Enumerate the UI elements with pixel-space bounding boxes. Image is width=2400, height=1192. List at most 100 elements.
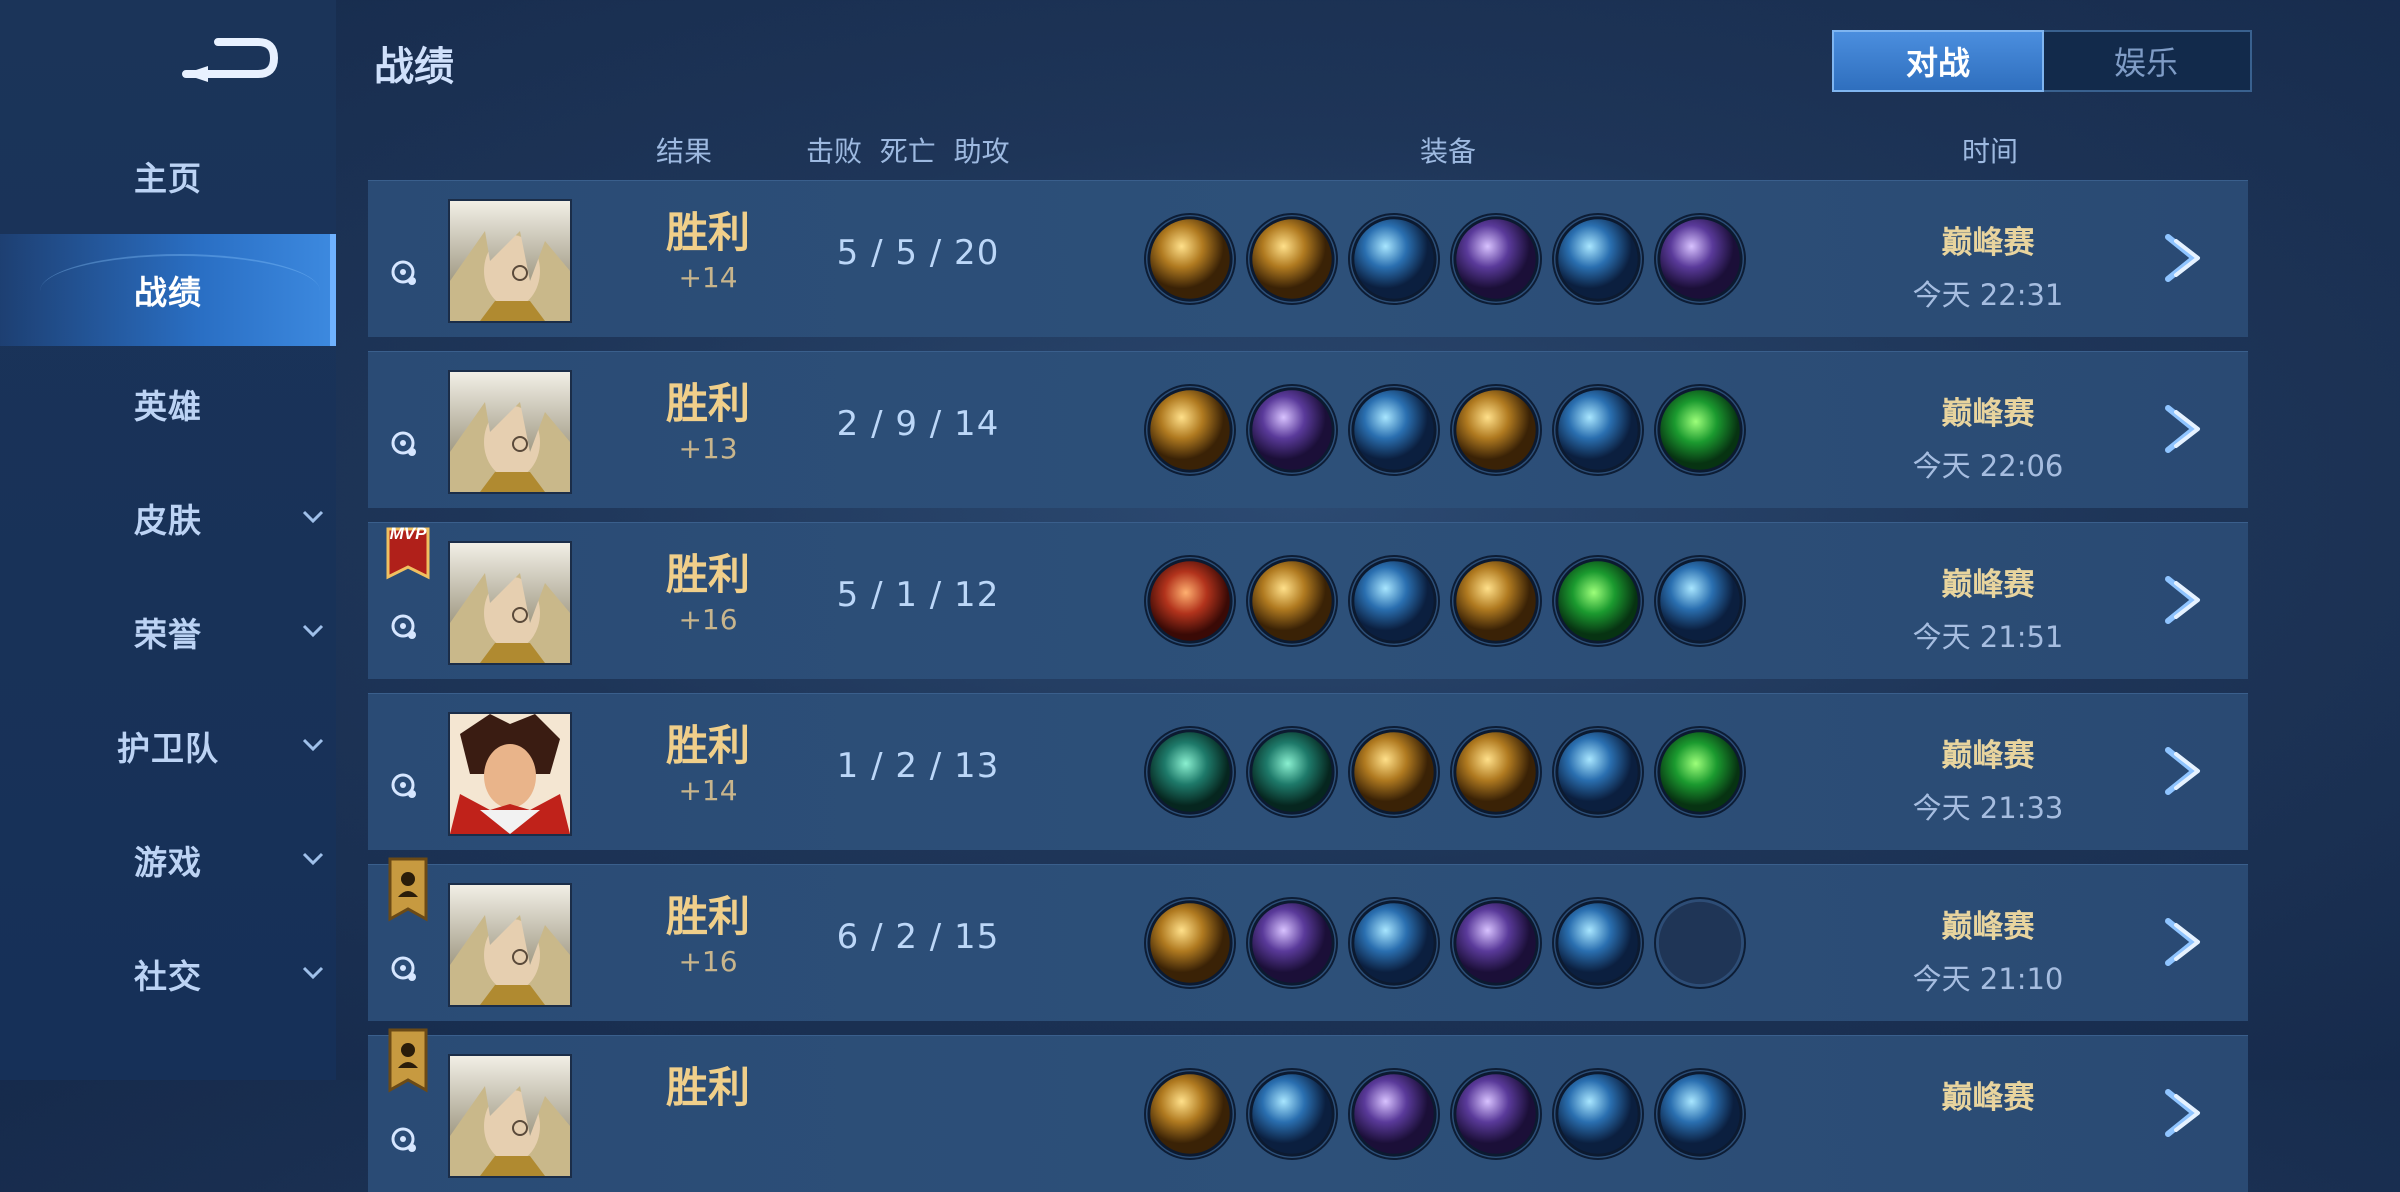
item-icon[interactable] [1348, 1068, 1440, 1160]
result-label: 胜利 [665, 1063, 750, 1112]
item-icon[interactable] [1348, 897, 1440, 989]
back-icon[interactable] [178, 28, 278, 84]
item-icon[interactable] [1348, 213, 1440, 305]
chevron-right-icon[interactable] [2160, 573, 2210, 627]
item-icon[interactable] [1654, 384, 1746, 476]
item-icon[interactable] [1246, 1068, 1338, 1160]
replay-icon[interactable] [388, 257, 418, 287]
replay-icon[interactable] [388, 953, 418, 983]
item-icon[interactable] [1552, 555, 1644, 647]
kda-value: 5 / 1 / 12 [836, 575, 1000, 615]
result-label: 胜利 [665, 208, 750, 257]
item-icon[interactable] [1552, 384, 1644, 476]
match-row[interactable]: 胜利 +14 5 / 5 / 20 巅峰赛 今天 22:31 [368, 180, 2248, 337]
match-info: 巅峰赛 [1878, 1072, 2098, 1127]
match-mode: 巅峰赛 [1941, 396, 2035, 432]
chevron-down-icon [302, 852, 324, 866]
match-info: 巅峰赛 今天 22:06 [1878, 388, 2098, 485]
item-icon[interactable] [1246, 726, 1338, 818]
item-icon[interactable] [1450, 384, 1542, 476]
match-row[interactable]: 胜利 巅峰赛 [368, 1028, 2248, 1192]
sidebar-item-label: 护卫队 [117, 729, 219, 768]
replay-icon[interactable] [388, 611, 418, 641]
result-label: 胜利 [665, 379, 750, 428]
match-result: 胜利 +16 [628, 551, 788, 637]
chevron-right-icon[interactable] [2160, 744, 2210, 798]
sidebar-item-game[interactable]: 游戏 [0, 804, 336, 916]
match-row[interactable]: 胜利 +13 2 / 9 / 14 巅峰赛 今天 22:06 [368, 351, 2248, 508]
item-icon[interactable] [1450, 1068, 1542, 1160]
item-icon[interactable] [1246, 213, 1338, 305]
chevron-down-icon [302, 738, 324, 752]
sidebar-item-label: 社交 [134, 957, 202, 996]
sidebar-item-guard[interactable]: 护卫队 [0, 690, 336, 802]
item-icon[interactable] [1144, 555, 1236, 647]
sidebar-item-heroes[interactable]: 英雄 [0, 348, 336, 460]
item-icon[interactable] [1246, 555, 1338, 647]
hero-portrait [448, 199, 572, 323]
sidebar-item-home[interactable]: 主页 [0, 120, 336, 232]
item-icon[interactable] [1552, 726, 1644, 818]
item-icon[interactable] [1654, 1068, 1746, 1160]
hero-portrait [448, 883, 572, 1007]
item-icon[interactable] [1450, 555, 1542, 647]
mode-toggle: 对战 娱乐 [1832, 30, 2252, 92]
sidebar-item-skins[interactable]: 皮肤 [0, 462, 336, 574]
item-icon[interactable] [1144, 384, 1236, 476]
kda-value: 1 / 2 / 13 [836, 746, 1000, 786]
match-mode: 巅峰赛 [1941, 567, 2035, 603]
sidebar-item-records[interactable]: 战绩 [0, 234, 336, 346]
item-icon[interactable] [1348, 555, 1440, 647]
kda-value: 2 / 9 / 14 [836, 404, 1000, 444]
item-icon[interactable] [1654, 213, 1746, 305]
sidebar-item-honor[interactable]: 荣誉 [0, 576, 336, 688]
match-time: 今天 22:31 [1912, 278, 2064, 312]
tab-entertainment[interactable]: 娱乐 [2042, 32, 2250, 90]
match-row[interactable]: 胜利 +16 6 / 2 / 15 巅峰赛 今天 21:10 [368, 857, 2248, 1021]
item-icon[interactable] [1246, 897, 1338, 989]
match-result: 胜利 +14 [628, 721, 788, 808]
item-icon[interactable] [1246, 384, 1338, 476]
match-time: 今天 21:10 [1912, 962, 2064, 996]
sidebar: 主页 战绩 英雄 皮肤 荣誉 护卫队 游戏 社交 [0, 0, 336, 1080]
item-icon[interactable] [1450, 213, 1542, 305]
replay-icon[interactable] [388, 428, 418, 458]
match-mode: 巅峰赛 [1941, 909, 2035, 945]
sidebar-item-social[interactable]: 社交 [0, 918, 336, 1030]
match-row[interactable]: 胜利 +14 1 / 2 / 13 巅峰赛 今天 21:33 [368, 693, 2248, 850]
match-row[interactable]: MVP 胜利 +16 5 / 1 / 12 巅峰赛 今天 21:51 [368, 522, 2248, 679]
match-result: 胜利 +14 [628, 208, 788, 295]
hero-portrait [448, 370, 572, 494]
column-header-time: 时间 [1962, 135, 2019, 168]
item-icon[interactable] [1552, 1068, 1644, 1160]
hero-portrait [448, 712, 572, 836]
chevron-right-icon[interactable] [2160, 1086, 2210, 1140]
item-icon[interactable] [1552, 213, 1644, 305]
empty-item-slot [1654, 897, 1746, 989]
item-icon[interactable] [1450, 897, 1542, 989]
result-label: 胜利 [665, 721, 750, 770]
item-icon[interactable] [1552, 897, 1644, 989]
item-icon[interactable] [1144, 213, 1236, 305]
replay-icon[interactable] [388, 1124, 418, 1154]
item-icon[interactable] [1654, 726, 1746, 818]
chevron-right-icon[interactable] [2160, 915, 2210, 969]
item-icon[interactable] [1144, 1068, 1236, 1160]
chevron-right-icon[interactable] [2160, 402, 2210, 456]
chevron-right-icon[interactable] [2160, 231, 2210, 285]
item-icon[interactable] [1348, 726, 1440, 818]
tab-battle[interactable]: 对战 [1832, 30, 2044, 92]
sidebar-item-label: 主页 [134, 159, 202, 198]
item-icon[interactable] [1144, 726, 1236, 818]
rank-delta: +16 [678, 945, 738, 978]
item-icon[interactable] [1654, 555, 1746, 647]
sidebar-item-label: 战绩 [134, 273, 202, 312]
item-icon[interactable] [1348, 384, 1440, 476]
item-icon[interactable] [1450, 726, 1542, 818]
match-result: 胜利 [628, 1064, 788, 1116]
item-list [1144, 1068, 1746, 1160]
chevron-down-icon [302, 510, 324, 524]
item-icon[interactable] [1144, 897, 1236, 989]
rank-banner-icon [388, 857, 428, 922]
replay-icon[interactable] [388, 770, 418, 800]
